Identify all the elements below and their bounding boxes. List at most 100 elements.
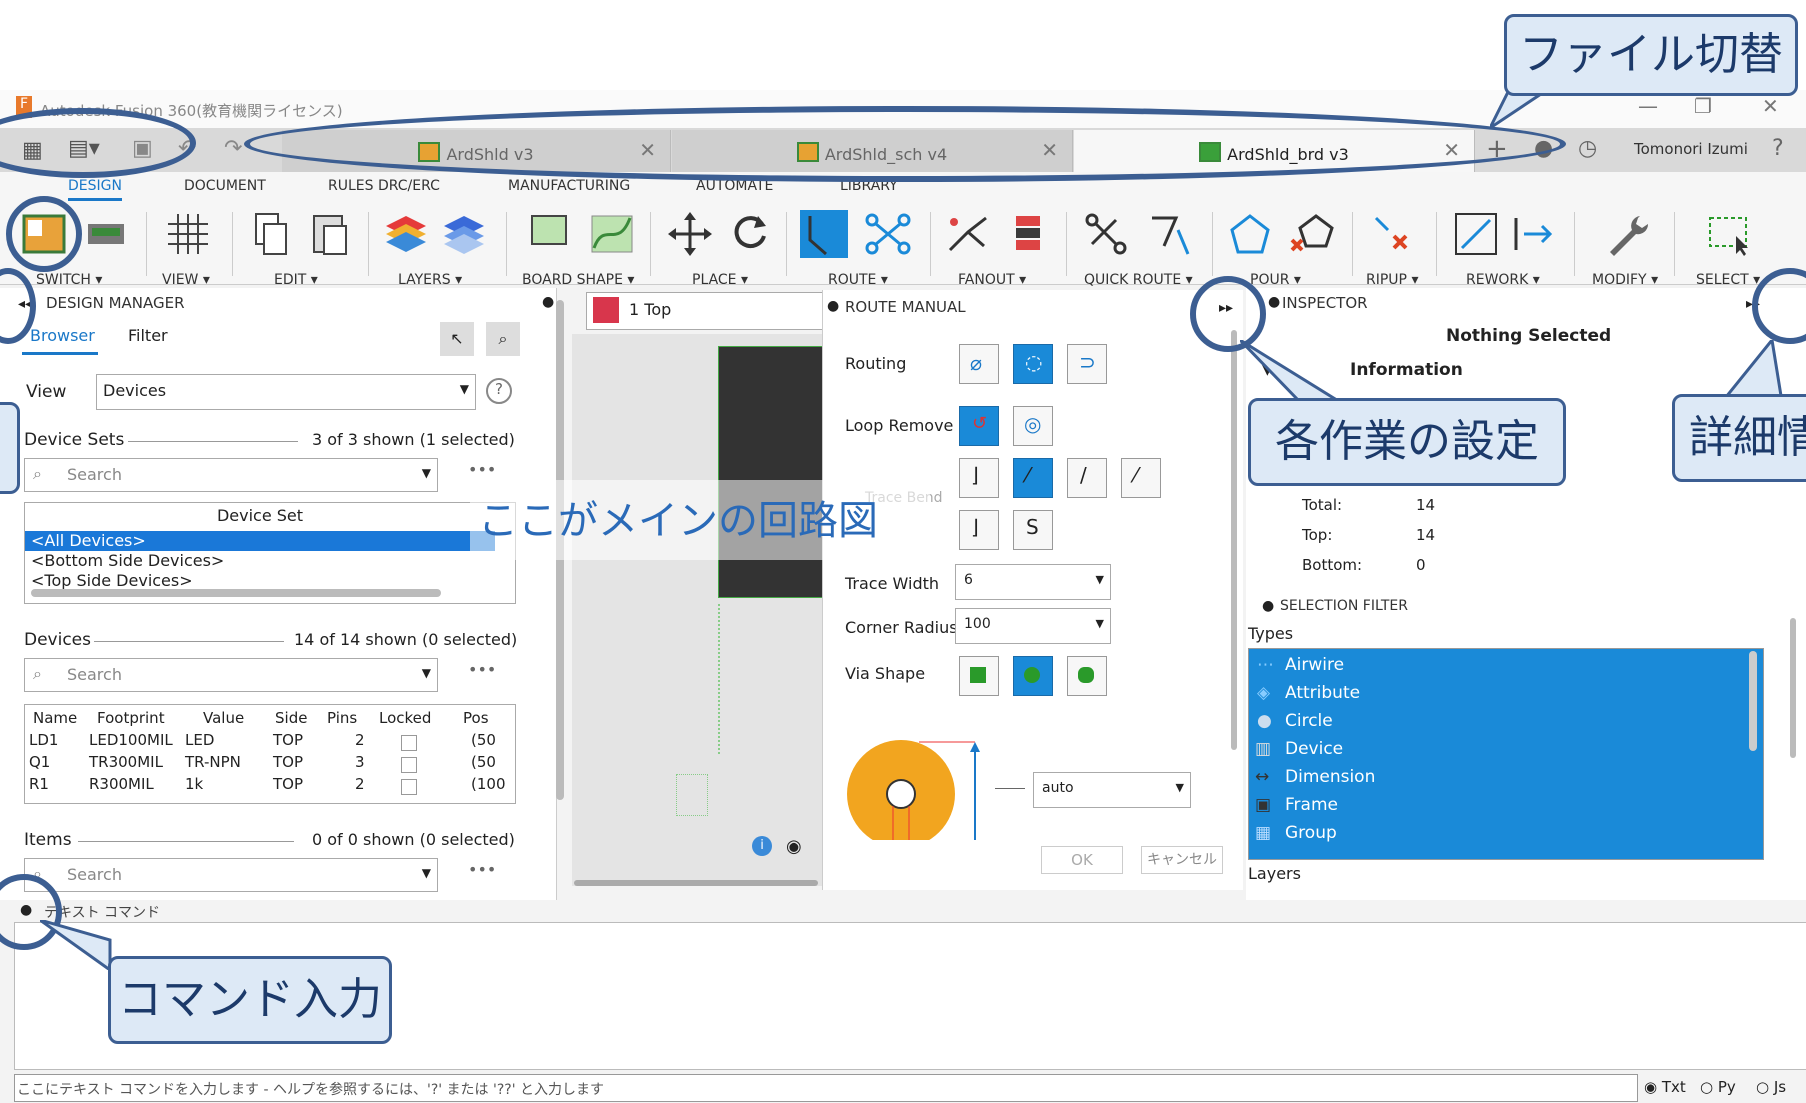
tab-filter[interactable]: Filter bbox=[128, 326, 168, 345]
zoom-icon[interactable]: ⌕ bbox=[486, 322, 520, 356]
redo-icon[interactable]: ↷ bbox=[224, 136, 242, 161]
group-place[interactable]: PLACE ▾ bbox=[692, 272, 748, 288]
table-row[interactable]: LD1 LED100MIL LED TOP 2 (50 bbox=[25, 731, 496, 753]
locked-checkbox[interactable] bbox=[401, 757, 417, 773]
history-icon[interactable]: ◷ bbox=[1578, 136, 1597, 161]
items-search[interactable]: ⌕ Search ▼ bbox=[24, 858, 438, 892]
group-quick-route[interactable]: QUICK ROUTE ▾ bbox=[1084, 272, 1193, 288]
device-set-header[interactable]: Device Set bbox=[25, 503, 495, 529]
cancel-button[interactable]: キャンセル bbox=[1141, 846, 1223, 874]
wrench-icon[interactable] bbox=[1604, 210, 1652, 258]
panel-minimize-icon[interactable]: ● bbox=[542, 294, 554, 310]
column-header[interactable]: Pos bbox=[463, 709, 489, 727]
list-item[interactable]: ↔ Dimension bbox=[1249, 763, 1739, 791]
rework-route-icon[interactable] bbox=[1510, 210, 1558, 258]
tab-browser[interactable]: Browser bbox=[30, 326, 95, 345]
footprint-pads[interactable] bbox=[718, 604, 738, 754]
list-item[interactable]: <Bottom Side Devices> bbox=[25, 551, 495, 571]
panel-minimize-icon[interactable]: ● bbox=[1268, 294, 1280, 310]
board-icon[interactable] bbox=[82, 210, 130, 258]
panel-scrollbar[interactable] bbox=[1231, 330, 1237, 750]
copy-icon[interactable] bbox=[248, 210, 296, 258]
device-sets-search[interactable]: ⌕ Search ▼ bbox=[24, 458, 438, 492]
canvas-scrollbar[interactable] bbox=[574, 880, 818, 886]
table-row[interactable]: Q1 TR300MIL TR-NPN TOP 3 (50 bbox=[25, 753, 496, 775]
paste-icon[interactable] bbox=[306, 210, 354, 258]
bend-free-button[interactable]: / bbox=[1067, 458, 1107, 498]
routing-off-button[interactable]: ⌀ bbox=[959, 344, 999, 384]
ribbon-tab-manufacturing[interactable]: MANUFACTURING bbox=[508, 178, 630, 194]
route-manual-icon[interactable] bbox=[800, 210, 848, 258]
quick-route-airwire-icon[interactable] bbox=[1144, 210, 1192, 258]
bend-s-button[interactable]: S bbox=[1013, 510, 1053, 550]
bend-arc-button[interactable]: ⁄ bbox=[1121, 458, 1161, 498]
panel-minimize-icon[interactable]: ● bbox=[1262, 598, 1274, 614]
list-item[interactable]: ▥ Device bbox=[1249, 735, 1739, 763]
panel-minimize-icon[interactable]: ● bbox=[827, 298, 839, 314]
via-round-button[interactable] bbox=[1013, 656, 1053, 696]
select-rectangle-icon[interactable] bbox=[1706, 210, 1754, 258]
column-header[interactable]: Side bbox=[275, 709, 307, 727]
more-options-icon[interactable]: ••• bbox=[468, 660, 496, 679]
group-rework[interactable]: REWORK ▾ bbox=[1466, 272, 1540, 288]
fanout-icon[interactable] bbox=[944, 210, 992, 258]
minimize-icon[interactable]: — bbox=[1638, 94, 1658, 118]
locked-checkbox[interactable] bbox=[401, 779, 417, 795]
command-input[interactable]: ここにテキスト コマンドを入力します - ヘルプを参照するには、'?' または … bbox=[14, 1074, 1638, 1102]
bend-90-button[interactable]: ⌋ bbox=[959, 458, 999, 498]
column-header[interactable]: Name bbox=[33, 709, 77, 727]
list-item[interactable]: ⋯ Airwire bbox=[1249, 651, 1739, 679]
group-ripup[interactable]: RIPUP ▾ bbox=[1366, 272, 1418, 288]
column-header[interactable]: Pins bbox=[327, 709, 357, 727]
routing-walkaround-button[interactable]: ◌ bbox=[1013, 344, 1053, 384]
list-item[interactable]: ▦ Group bbox=[1249, 819, 1739, 847]
list-item[interactable]: ▣ Frame bbox=[1249, 791, 1739, 819]
ribbon-tab-design[interactable]: DESIGN bbox=[68, 178, 122, 201]
via-octagon-button[interactable] bbox=[1067, 656, 1107, 696]
trace-width-select[interactable]: 6 ▼ bbox=[955, 564, 1111, 600]
info-icon[interactable]: i bbox=[752, 836, 772, 856]
group-board-shape[interactable]: BOARD SHAPE ▾ bbox=[522, 272, 634, 288]
ribbon-tab-rules[interactable]: RULES DRC/ERC bbox=[328, 178, 440, 194]
view-select[interactable]: Devices ▼ bbox=[96, 374, 476, 410]
mode-txt-radio[interactable]: ◉ Txt bbox=[1644, 1078, 1686, 1096]
corner-radius-select[interactable]: 100 ▼ bbox=[955, 608, 1111, 644]
loop-remove-off-button[interactable]: ◎ bbox=[1013, 406, 1053, 446]
ripup-polygon-icon[interactable] bbox=[1288, 210, 1336, 258]
list-item[interactable]: <All Devices> bbox=[25, 531, 495, 551]
restore-icon[interactable]: ❐ bbox=[1694, 94, 1712, 118]
more-options-icon[interactable]: ••• bbox=[468, 860, 496, 879]
ok-button[interactable]: OK bbox=[1041, 846, 1123, 874]
panel-scrollbar[interactable] bbox=[1790, 618, 1796, 758]
board-outline-icon[interactable] bbox=[526, 210, 574, 258]
bend-45-button[interactable]: ⁄ bbox=[1013, 458, 1053, 498]
spline-outline-icon[interactable] bbox=[588, 210, 636, 258]
via-drill-select[interactable]: auto ▼ bbox=[1033, 772, 1191, 808]
list-item[interactable]: ● Circle bbox=[1249, 707, 1739, 735]
visibility-eye-icon[interactable]: ◉ bbox=[786, 836, 802, 857]
user-name[interactable]: Tomonori Izumi bbox=[1634, 140, 1748, 158]
group-modify[interactable]: MODIFY ▾ bbox=[1592, 272, 1658, 288]
mode-js-radio[interactable]: ○ Js bbox=[1756, 1078, 1786, 1096]
devices-search[interactable]: ⌕ Search ▼ bbox=[24, 658, 438, 692]
layer-select[interactable]: 1 Top bbox=[586, 292, 824, 330]
group-select[interactable]: SELECT ▾ bbox=[1696, 272, 1760, 288]
help-icon[interactable]: ? bbox=[1772, 136, 1784, 161]
group-fanout[interactable]: FANOUT ▾ bbox=[958, 272, 1026, 288]
help-circle-icon[interactable]: ? bbox=[486, 378, 512, 404]
column-header[interactable]: Locked bbox=[379, 709, 431, 727]
ribbon-tab-document[interactable]: DOCUMENT bbox=[184, 178, 266, 194]
column-header[interactable]: Value bbox=[203, 709, 244, 727]
group-route[interactable]: ROUTE ▾ bbox=[828, 272, 888, 288]
fanout-via-icon[interactable] bbox=[1004, 210, 1052, 258]
group-view[interactable]: VIEW ▾ bbox=[162, 272, 210, 288]
board-canvas[interactable]: i ◉ bbox=[572, 334, 824, 886]
group-switch[interactable]: SWITCH ▾ bbox=[36, 272, 102, 288]
route-airwire-icon[interactable] bbox=[864, 210, 912, 258]
loop-remove-on-button[interactable]: ↺ bbox=[959, 406, 999, 446]
layer-settings-icon[interactable] bbox=[440, 210, 488, 258]
horizontal-scrollbar[interactable] bbox=[31, 589, 441, 597]
select-pointer-icon[interactable]: ↖ bbox=[440, 322, 474, 356]
routing-push-button[interactable]: ⊃ bbox=[1067, 344, 1107, 384]
locked-checkbox[interactable] bbox=[401, 735, 417, 751]
